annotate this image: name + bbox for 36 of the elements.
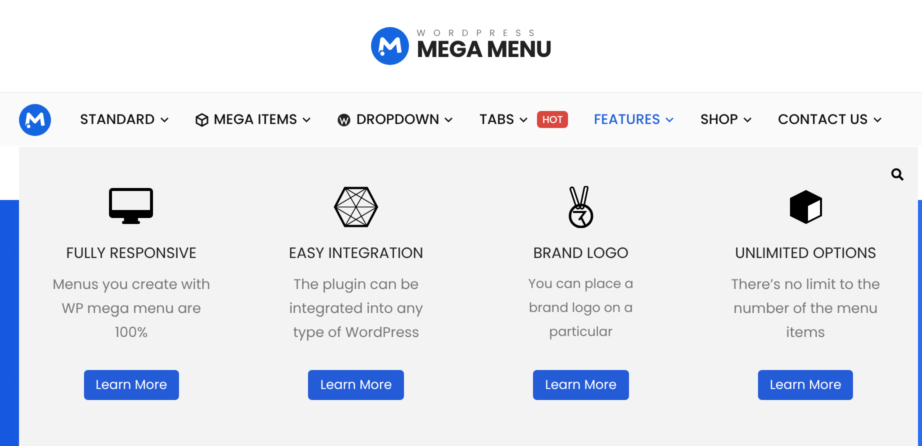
feature-description: There’s no limit to the number of the menu items	[730, 272, 882, 344]
feature-title: BRAND LOGO	[533, 243, 629, 266]
hexagon-mesh-icon	[333, 186, 380, 228]
feature-description: The plugin can be integrated into any type of WordPress	[288, 272, 424, 344]
feature-title: FULLY RESPONSIVE	[66, 243, 197, 266]
nav-item[interactable]: MEGA ITEMS	[194, 109, 312, 130]
feature-description: You can place a brand logo on a particular	[527, 272, 634, 342]
hot-badge: HOT	[537, 111, 568, 128]
wordpress-icon	[337, 112, 352, 126]
learn-more-button[interactable]: Learn More	[758, 370, 854, 400]
logo-title: MEGA MENU	[416, 39, 552, 62]
learn-more-button[interactable]: Learn More	[533, 370, 629, 400]
chevron-down-icon	[302, 116, 312, 122]
nav-item[interactable]: CONTACT US	[778, 109, 882, 130]
nav-item[interactable]: STANDARD	[80, 109, 169, 130]
chevron-down-icon	[742, 116, 752, 122]
logo-icon	[370, 27, 409, 65]
search-icon[interactable]	[891, 168, 904, 181]
nav-item[interactable]: FEATURES	[594, 109, 674, 130]
logo-subtitle: WORDPRESS	[416, 30, 544, 39]
feature-title: EASY INTEGRATION	[288, 243, 424, 266]
chevron-down-icon	[519, 116, 528, 122]
chevron-down-icon	[665, 116, 674, 122]
chevron-down-icon	[444, 116, 454, 122]
nav-item[interactable]: DROPDOWN	[337, 109, 454, 130]
cube-outline-icon	[194, 112, 209, 126]
monitor-icon	[109, 188, 154, 226]
learn-more-button[interactable]: Learn More	[84, 370, 180, 400]
nav-item[interactable]: TABS	[479, 109, 528, 130]
feature-title: UNLIMITED OPTIONS	[734, 243, 876, 266]
chevron-down-icon	[873, 116, 882, 122]
chevron-down-icon	[160, 116, 169, 122]
nav-item[interactable]: SHOP	[700, 109, 752, 130]
feature-description: Menus you create with WP mega menu are 100%	[52, 272, 212, 344]
logo-icon	[19, 104, 51, 136]
learn-more-button[interactable]: Learn More	[308, 370, 404, 400]
